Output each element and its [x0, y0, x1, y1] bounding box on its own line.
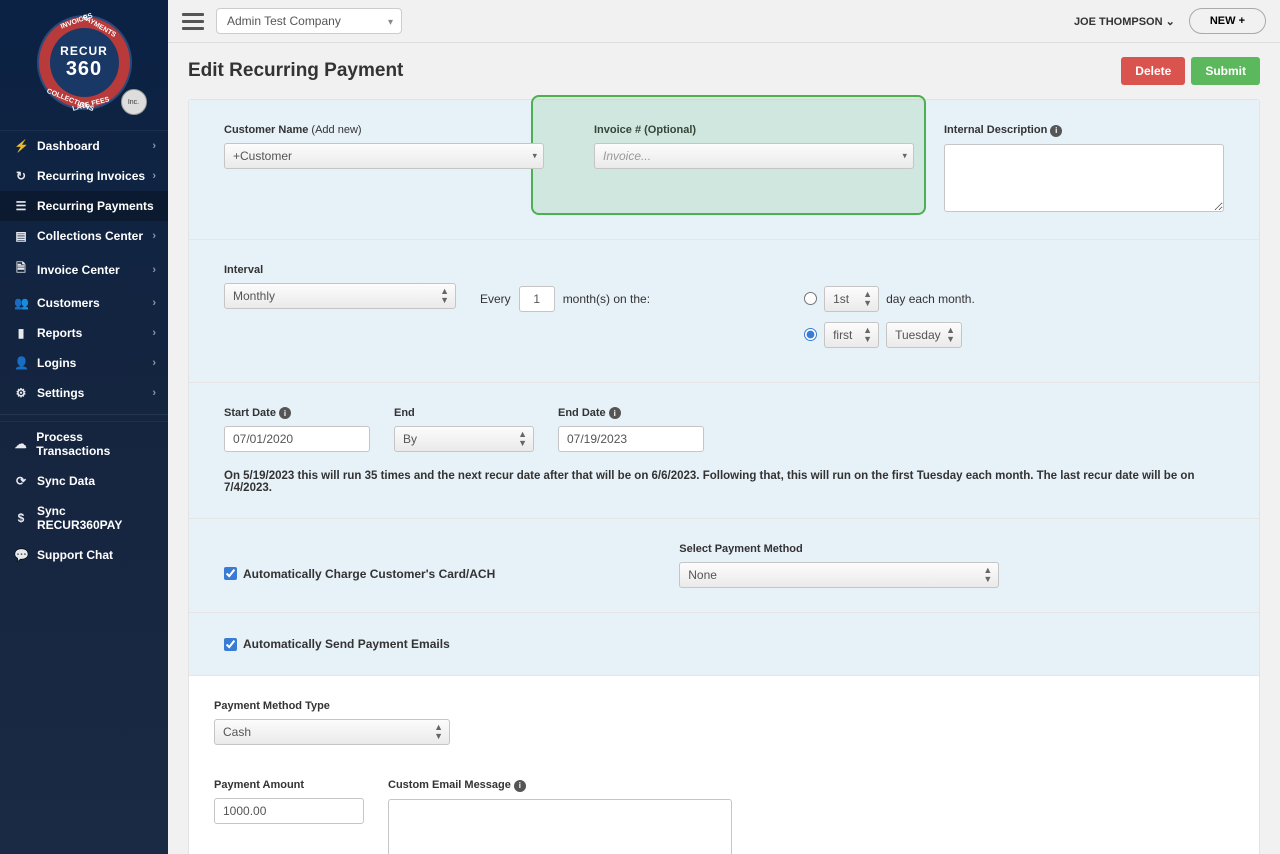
start-date-label: Start Datei — [224, 407, 370, 420]
nav-icon: ▮ — [14, 326, 28, 340]
sidebar-item-customers[interactable]: 👥Customers› — [0, 288, 168, 318]
nav-icon: $ — [14, 511, 28, 525]
chevron-right-icon: › — [152, 230, 156, 242]
payment-method-label: Select Payment Method — [679, 543, 999, 555]
sidebar-item-settings[interactable]: ⚙Settings› — [0, 378, 168, 408]
chevron-right-icon: › — [152, 357, 156, 369]
sort-icon: ▲▼ — [440, 287, 449, 305]
day-of-month-radio[interactable] — [804, 292, 817, 305]
submit-button[interactable]: Submit — [1191, 57, 1260, 85]
chevron-right-icon: › — [152, 140, 156, 152]
end-select[interactable]: By ▲▼ — [394, 426, 534, 452]
sidebar-item-invoice-center[interactable]: 🗎Invoice Center› — [0, 251, 168, 288]
description-input[interactable] — [944, 144, 1224, 212]
week-ordinal-select[interactable]: first ▲▼ — [824, 322, 879, 348]
amount-label: Payment Amount — [214, 779, 364, 791]
nav-icon: ⟳ — [14, 474, 28, 488]
amount-input[interactable] — [214, 798, 364, 824]
chevron-right-icon: › — [152, 387, 156, 399]
auto-email-label: Automatically Send Payment Emails — [243, 637, 450, 651]
nav-main: ⚡Dashboard›↻Recurring Invoices›☰Recurrin… — [0, 130, 168, 408]
nav-secondary: ☁Process Transactions⟳Sync Data$Sync REC… — [0, 421, 168, 570]
end-label: End — [394, 407, 534, 419]
user-menu[interactable]: JOE THOMPSON ⌄ — [1074, 15, 1175, 28]
customer-label: Customer Name (Add new) — [224, 124, 544, 136]
end-date-label: End Datei — [558, 407, 704, 420]
info-icon: i — [279, 407, 291, 419]
auto-charge-label: Automatically Charge Customer's Card/ACH — [243, 567, 495, 581]
sidebar-item-process-transactions[interactable]: ☁Process Transactions — [0, 422, 168, 466]
nav-icon: 💬 — [14, 548, 28, 562]
new-button[interactable]: NEW + — [1189, 8, 1266, 34]
email-msg-label: Custom Email Messagei — [388, 779, 732, 792]
auto-email-checkbox[interactable] — [224, 638, 237, 651]
menu-toggle-icon[interactable] — [182, 13, 204, 30]
nav-icon: 🗎 — [14, 259, 28, 280]
months-on-label: month(s) on the: — [563, 292, 650, 306]
page-body: Edit Recurring Payment Delete Submit Cus… — [168, 43, 1280, 854]
company-select[interactable]: Admin Test Company ▾ — [216, 8, 402, 34]
sidebar-item-logins[interactable]: 👤Logins› — [0, 348, 168, 378]
pm-type-label: Payment Method Type — [214, 700, 450, 712]
chevron-right-icon: › — [152, 327, 156, 339]
pm-type-select[interactable]: Cash ▲▼ — [214, 719, 450, 745]
every-label: Every — [480, 292, 511, 306]
start-date-input[interactable] — [224, 426, 370, 452]
topbar: Admin Test Company ▾ JOE THOMPSON ⌄ NEW … — [168, 0, 1280, 43]
nav-icon: ☰ — [14, 199, 28, 213]
sidebar-item-support-chat[interactable]: 💬Support Chat — [0, 540, 168, 570]
inc-5000-badge: Inc. — [121, 89, 147, 115]
chevron-down-icon: ▾ — [902, 152, 907, 161]
logo: INVOICES PAYMENTS COLLECTIONS LATE FEES … — [0, 0, 168, 130]
weekday-select[interactable]: Tuesday ▲▼ — [886, 322, 962, 348]
payment-method-select[interactable]: None ▲▼ — [679, 562, 999, 588]
nav-icon: ↻ — [14, 169, 28, 183]
chevron-right-icon: › — [152, 264, 156, 276]
chevron-right-icon: › — [152, 170, 156, 182]
delete-button[interactable]: Delete — [1121, 57, 1185, 85]
auto-charge-checkbox[interactable] — [224, 567, 237, 580]
customer-select[interactable]: +Customer ▾ — [224, 143, 544, 169]
end-date-input[interactable] — [558, 426, 704, 452]
sidebar-item-dashboard[interactable]: ⚡Dashboard› — [0, 131, 168, 161]
every-input[interactable] — [519, 286, 555, 312]
form-card: Customer Name (Add new) +Customer ▾ Invo… — [188, 99, 1260, 854]
week-of-month-radio[interactable] — [804, 328, 817, 341]
interval-select[interactable]: Monthly ▲▼ — [224, 283, 456, 309]
sidebar: INVOICES PAYMENTS COLLECTIONS LATE FEES … — [0, 0, 168, 854]
interval-label: Interval — [224, 264, 456, 276]
email-msg-input[interactable] — [388, 799, 732, 854]
nav-icon: ▤ — [14, 229, 28, 243]
chevron-down-icon: ▾ — [388, 17, 393, 28]
info-icon: i — [609, 407, 621, 419]
nav-icon: ⚡ — [14, 139, 28, 153]
page-title: Edit Recurring Payment — [188, 60, 403, 82]
sidebar-item-sync-recur360pay[interactable]: $Sync RECUR360PAY — [0, 496, 168, 540]
invoice-select[interactable]: Invoice... ▾ — [594, 143, 914, 169]
info-icon: i — [1050, 125, 1062, 137]
nav-icon: 👤 — [14, 356, 28, 370]
sidebar-item-collections-center[interactable]: ▤Collections Center› — [0, 221, 168, 251]
nav-icon: ☁ — [14, 437, 27, 451]
sidebar-item-recurring-invoices[interactable]: ↻Recurring Invoices› — [0, 161, 168, 191]
chevron-right-icon: › — [152, 297, 156, 309]
sidebar-item-recurring-payments[interactable]: ☰Recurring Payments› — [0, 191, 168, 221]
sidebar-item-sync-data[interactable]: ⟳Sync Data — [0, 466, 168, 496]
sidebar-item-reports[interactable]: ▮Reports› — [0, 318, 168, 348]
chevron-down-icon: ⌄ — [1166, 16, 1175, 28]
nav-icon: ⚙ — [14, 386, 28, 400]
schedule-note: On 5/19/2023 this will run 35 times and … — [224, 470, 1224, 494]
chevron-down-icon: ▾ — [532, 152, 537, 161]
day-ordinal-select[interactable]: 1st ▲▼ — [824, 286, 879, 312]
nav-icon: 👥 — [14, 296, 28, 310]
info-icon: i — [514, 780, 526, 792]
desc-label: Internal Descriptioni — [944, 124, 1224, 137]
